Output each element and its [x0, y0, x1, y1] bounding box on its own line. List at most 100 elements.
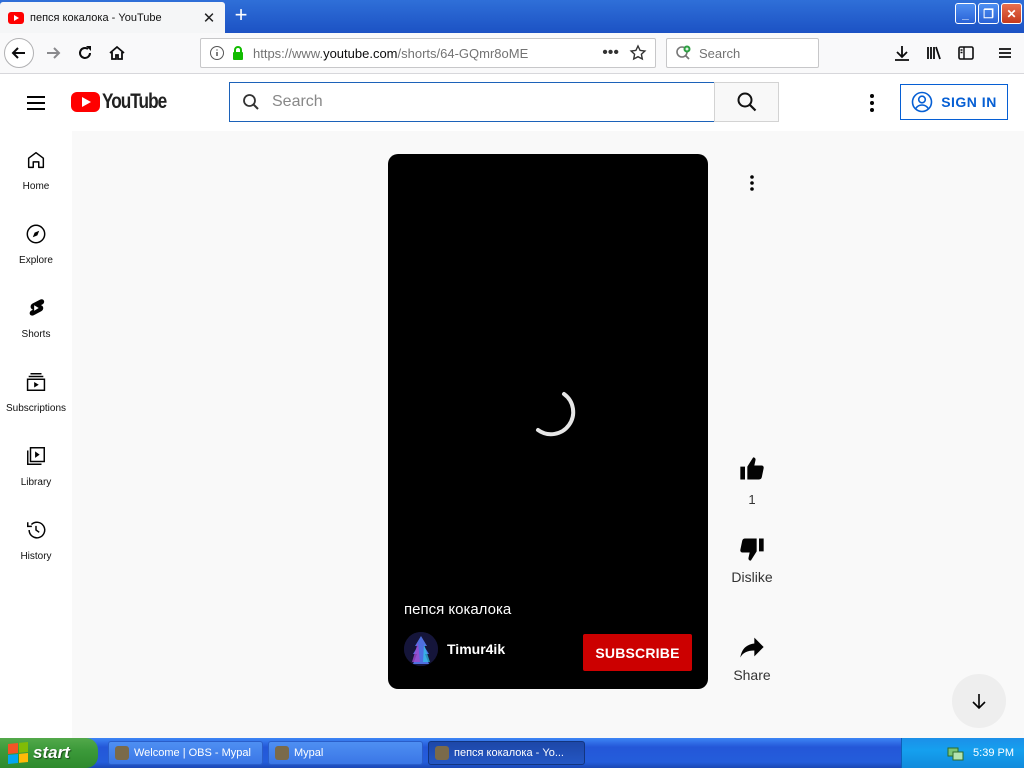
start-button[interactable]: start: [0, 738, 98, 768]
shorts-video-player[interactable]: пепся кокалока Timur4ik SUBSCRIBE: [388, 154, 708, 689]
browser-navbar: https://www.youtube.com/shorts/64-GQmr8o…: [0, 33, 1024, 74]
compass-icon: [26, 224, 46, 244]
youtube-logo[interactable]: YouTube: [71, 90, 180, 114]
search-icon: [737, 92, 756, 112]
tab-title: пепся кокалока - YouTube: [30, 11, 162, 24]
lock-icon: [233, 46, 243, 60]
youtube-masthead: YouTube SIGN IN: [0, 74, 1024, 131]
youtube-search-box[interactable]: [229, 82, 715, 122]
minimize-button[interactable]: _: [955, 3, 976, 24]
url-text: https://www.youtube.com/shorts/64-GQmr8o…: [253, 45, 529, 61]
browser-search-box[interactable]: Search: [666, 38, 819, 68]
avatar-image: [404, 632, 438, 666]
guide-item-history[interactable]: History: [0, 501, 72, 575]
guide-label: Subscriptions: [5, 403, 67, 414]
new-tab-icon[interactable]: +: [230, 4, 252, 28]
forward-arrow-icon: [47, 47, 61, 59]
restore-button[interactable]: ❐: [978, 3, 999, 24]
short-more-options-button[interactable]: [740, 171, 764, 195]
sidebar-icon: [958, 46, 974, 60]
like-count: 1: [748, 492, 756, 507]
guide-menu-icon[interactable]: [24, 92, 48, 114]
history-icon: [27, 521, 46, 539]
library-icon: [27, 447, 45, 465]
guide-label: Home: [22, 181, 50, 192]
browser-titlebar: пепся кокалока - YouTube ✕ + _ ❐ ✕: [0, 0, 1024, 33]
share-button[interactable]: Share: [722, 633, 782, 683]
guide-item-library[interactable]: Library: [0, 427, 72, 501]
more-vertical-icon: [870, 94, 874, 112]
channel-name[interactable]: Timur4ik: [447, 641, 505, 657]
guide-item-shorts[interactable]: Shorts: [0, 279, 72, 353]
guide-item-home[interactable]: Home: [0, 131, 72, 205]
windows-logo-icon: [8, 741, 28, 765]
youtube-favicon-icon: [8, 11, 24, 24]
shorts-icon: [29, 299, 45, 316]
guide-label: History: [20, 551, 52, 562]
back-button[interactable]: [4, 38, 34, 68]
channel-info[interactable]: Timur4ik: [404, 632, 505, 666]
home-icon: [109, 45, 125, 60]
guide-label: Explore: [19, 255, 53, 266]
page-actions-icon[interactable]: •••: [602, 44, 619, 62]
sign-in-button[interactable]: SIGN IN: [900, 84, 1008, 120]
shorts-main: пепся кокалока Timur4ik SUBSCRIBE 1 Disl…: [72, 131, 1024, 738]
next-short-button[interactable]: [952, 674, 1006, 728]
bookmark-star-icon[interactable]: [629, 44, 647, 62]
reload-button[interactable]: [70, 38, 100, 68]
windows-taskbar: start Welcome | OBS - Mypal Mypal пепся …: [0, 738, 1024, 768]
home-icon: [27, 151, 45, 169]
forward-button[interactable]: [38, 38, 68, 68]
taskbar-button-obs[interactable]: Welcome | OBS - Mypal: [108, 741, 263, 765]
loading-spinner-icon: [536, 392, 576, 437]
address-bar[interactable]: https://www.youtube.com/shorts/64-GQmr8o…: [200, 38, 656, 68]
info-icon[interactable]: [209, 45, 225, 61]
system-tray: 5:39 PM: [901, 738, 1024, 768]
youtube-search-button[interactable]: [714, 82, 779, 122]
taskbar-button-youtube[interactable]: пепся кокалока - Yo...: [428, 741, 585, 765]
subscriptions-icon: [26, 373, 46, 391]
guide-item-explore[interactable]: Explore: [0, 205, 72, 279]
subscribe-button[interactable]: SUBSCRIBE: [583, 634, 692, 671]
dislike-button[interactable]: Dislike: [722, 535, 782, 585]
settings-menu-button[interactable]: [862, 91, 882, 115]
guide-item-subscriptions[interactable]: Subscriptions: [0, 353, 72, 427]
search-engine-icon: [676, 45, 691, 60]
sidebar-button[interactable]: [951, 38, 981, 68]
youtube-play-icon: [71, 92, 100, 112]
network-tray-icon[interactable]: [947, 745, 965, 761]
downloads-button[interactable]: [887, 38, 917, 68]
dislike-label: Dislike: [731, 569, 773, 585]
thumbs-down-icon: [740, 538, 764, 561]
library-books-icon: [927, 46, 941, 60]
reload-icon: [79, 46, 91, 59]
sign-in-label: SIGN IN: [941, 94, 997, 110]
short-title[interactable]: пепся кокалока: [404, 601, 511, 618]
clock[interactable]: 5:39 PM: [973, 747, 1014, 759]
youtube-wordmark: YouTube: [102, 90, 167, 113]
share-arrow-icon: [740, 637, 764, 658]
like-button[interactable]: 1: [722, 455, 782, 507]
browser-search-placeholder: Search: [699, 45, 741, 61]
tab-close-icon[interactable]: ✕: [201, 9, 217, 27]
mypal-app-icon: [275, 746, 289, 760]
account-circle-icon: [911, 91, 933, 113]
mypal-app-icon: [435, 746, 449, 760]
channel-avatar[interactable]: [404, 632, 438, 666]
more-vertical-icon: [750, 175, 754, 191]
hamburger-menu-icon: [999, 48, 1011, 58]
youtube-search-input[interactable]: [272, 93, 672, 111]
start-label: start: [33, 743, 70, 762]
arrow-down-icon: [972, 694, 986, 710]
library-button[interactable]: [919, 38, 949, 68]
taskbar-button-mypal[interactable]: Mypal: [268, 741, 423, 765]
close-window-button[interactable]: ✕: [1001, 3, 1022, 24]
search-icon: [243, 94, 259, 110]
mypal-app-icon: [115, 746, 129, 760]
home-button[interactable]: [102, 38, 132, 68]
taskbar-button-label: пепся кокалока - Yo...: [454, 747, 564, 759]
browser-menu-button[interactable]: [990, 38, 1020, 68]
share-label: Share: [733, 667, 771, 683]
browser-tab[interactable]: пепся кокалока - YouTube ✕: [0, 2, 225, 33]
thumbs-up-icon: [740, 457, 764, 480]
